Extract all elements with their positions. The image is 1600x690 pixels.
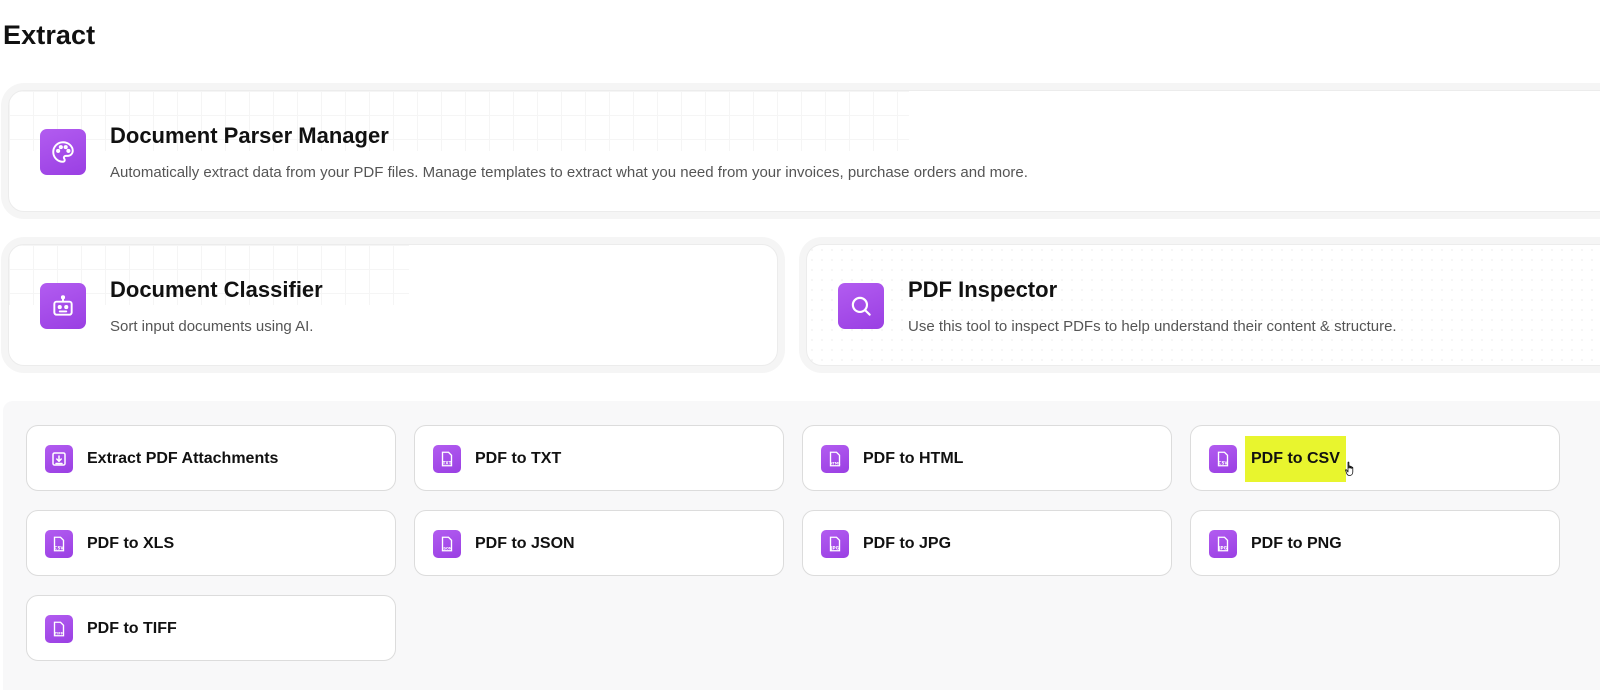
file-tiff-icon: TIFF <box>45 615 73 643</box>
tool-label-highlighted: PDF to CSV <box>1245 436 1346 482</box>
tool-pdf-to-png[interactable]: JPG PDF to PNG <box>1190 510 1560 576</box>
tool-pdf-to-tiff[interactable]: TIFF PDF to TIFF <box>26 595 396 661</box>
document-parser-manager-card[interactable]: Document Parser Manager Automatically ex… <box>8 90 1600 212</box>
hand-cursor-icon <box>1345 461 1354 476</box>
card-background-pattern <box>807 245 1600 365</box>
file-txt-icon: TXT <box>433 445 461 473</box>
card-description: Sort input documents using AI. <box>110 318 314 335</box>
document-classifier-card[interactable]: Document Classifier Sort input documents… <box>8 244 778 366</box>
card-title: Document Classifier <box>110 277 323 302</box>
tool-label: PDF to PNG <box>1251 535 1342 552</box>
file-badge: JPG <box>1218 545 1228 550</box>
palette-icon <box>40 129 86 175</box>
file-badge: HTML <box>830 461 841 465</box>
file-csv-icon: CSV <box>1209 445 1237 473</box>
tool-label: PDF to HTML <box>863 450 964 467</box>
card-description: Use this tool to inspect PDFs to help un… <box>908 318 1397 335</box>
tool-label: PDF to JPG <box>863 535 952 552</box>
file-badge: JPG <box>830 545 840 550</box>
file-badge: CSV <box>1218 460 1228 465</box>
file-badge: TXT <box>443 460 452 465</box>
file-badge: JSON <box>441 546 452 550</box>
tool-label: Extract PDF Attachments <box>87 450 279 467</box>
tool-pdf-to-csv[interactable]: CSV PDF to CSV <box>1190 425 1560 491</box>
card-description: Automatically extract data from your PDF… <box>110 164 1028 181</box>
file-json-icon: JSON <box>433 530 461 558</box>
tool-extract-pdf-attachments[interactable]: Extract PDF Attachments <box>26 425 396 491</box>
tool-pdf-to-xls[interactable]: CSV PDF to XLS <box>26 510 396 576</box>
magnifier-icon <box>838 283 884 329</box>
page-title: Extract <box>3 20 96 50</box>
pdf-inspector-card[interactable]: PDF Inspector Use this tool to inspect P… <box>806 244 1600 366</box>
tool-pdf-to-json[interactable]: JSON PDF to JSON <box>414 510 784 576</box>
file-xls-icon: CSV <box>45 530 73 558</box>
file-jpg-icon: JPG <box>821 530 849 558</box>
file-badge: CSV <box>54 545 64 550</box>
file-png-icon: JPG <box>1209 530 1237 558</box>
attachment-download-icon <box>45 445 73 473</box>
tool-pdf-to-txt[interactable]: TXT PDF to TXT <box>414 425 784 491</box>
tool-label: PDF to XLS <box>87 535 175 552</box>
file-badge: TIFF <box>55 631 64 635</box>
card-title: PDF Inspector <box>908 277 1058 302</box>
tool-pdf-to-html[interactable]: HTML PDF to HTML <box>802 425 1172 491</box>
card-title: Document Parser Manager <box>110 123 389 148</box>
robot-icon <box>40 283 86 329</box>
tool-label: PDF to TIFF <box>87 620 177 637</box>
tool-label: PDF to JSON <box>475 535 575 552</box>
tool-pdf-to-jpg[interactable]: JPG PDF to JPG <box>802 510 1172 576</box>
tool-label: PDF to TXT <box>475 450 562 467</box>
file-html-icon: HTML <box>821 445 849 473</box>
